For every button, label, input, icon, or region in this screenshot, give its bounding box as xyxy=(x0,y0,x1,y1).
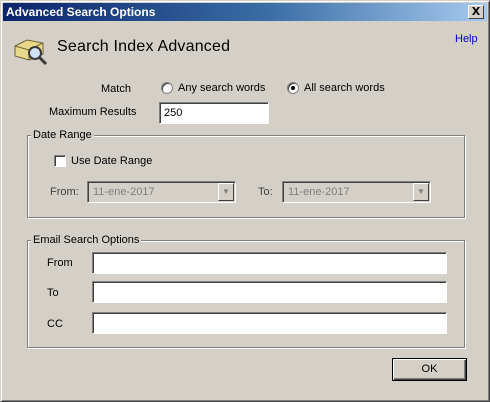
radio-label: All search words xyxy=(304,82,385,94)
from-date-picker[interactable]: 11-ene-2017 ▼ xyxy=(87,181,236,203)
email-from-input[interactable] xyxy=(92,252,447,274)
dialog-heading: Search Index Advanced xyxy=(57,38,231,55)
date-range-group-title: Date Range xyxy=(31,129,94,141)
to-date-value: 11-ene-2017 xyxy=(288,186,350,198)
email-from-label: From xyxy=(47,257,73,269)
checkbox-label: Use Date Range xyxy=(71,155,153,167)
to-date-label: To: xyxy=(258,186,273,198)
chevron-down-icon[interactable]: ▼ xyxy=(413,183,429,201)
window-title: Advanced Search Options xyxy=(6,5,156,19)
match-label: Match xyxy=(101,83,131,95)
radio-all-search-words[interactable]: All search words xyxy=(287,82,385,94)
date-range-group xyxy=(27,135,465,218)
email-to-label: To xyxy=(47,287,59,299)
from-date-value: 11-ene-2017 xyxy=(93,186,155,198)
maximum-results-input[interactable] xyxy=(159,102,269,124)
radio-circle[interactable] xyxy=(161,82,173,94)
to-date-picker[interactable]: 11-ene-2017 ▼ xyxy=(282,181,431,203)
radio-label: Any search words xyxy=(178,82,266,94)
email-cc-label: CC xyxy=(47,318,63,330)
checkbox-box[interactable] xyxy=(54,155,66,167)
magnifier-folder-icon xyxy=(14,39,48,66)
email-search-options-title: Email Search Options xyxy=(31,234,142,246)
chevron-down-icon[interactable]: ▼ xyxy=(218,183,234,201)
maximum-results-label: Maximum Results xyxy=(49,106,137,118)
email-cc-input[interactable] xyxy=(92,312,447,334)
radio-any-search-words[interactable]: Any search words xyxy=(161,82,265,94)
email-to-input[interactable] xyxy=(92,281,447,303)
title-bar[interactable]: Advanced Search Options X xyxy=(3,3,487,21)
advanced-search-dialog: Advanced Search Options X Search Index A… xyxy=(0,0,490,402)
close-button[interactable]: X xyxy=(468,5,484,19)
use-date-range-checkbox[interactable]: Use Date Range xyxy=(54,155,152,167)
from-date-label: From: xyxy=(50,186,79,198)
ok-button[interactable]: OK xyxy=(392,358,467,381)
radio-circle[interactable] xyxy=(287,82,299,94)
help-link[interactable]: Help xyxy=(455,33,478,45)
